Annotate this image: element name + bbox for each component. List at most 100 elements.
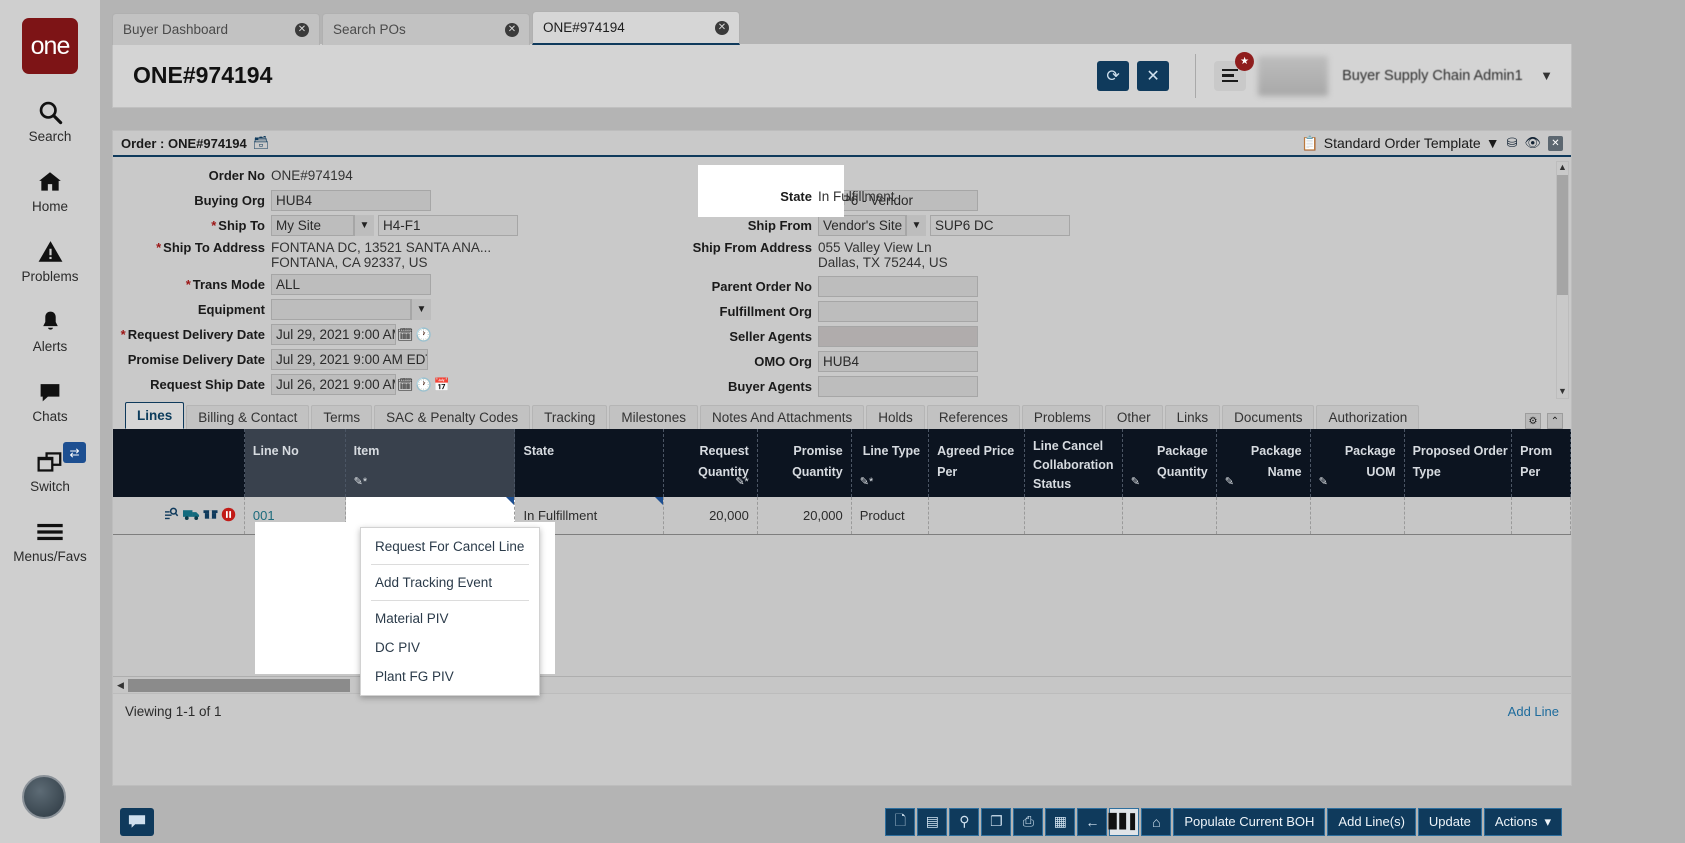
one-logo[interactable]: one [22,18,78,74]
request-ship-date-input[interactable]: Jul 26, 2021 9:00 AM ED [271,374,396,395]
sidebar-item-alerts[interactable]: Alerts [2,307,98,354]
sidebar-item-chats[interactable]: Chats [2,377,98,424]
tab-sac-penalty-codes[interactable]: SAC & Penalty Codes [374,405,530,429]
chat-icon[interactable] [120,808,154,836]
grid-col-request-quantity[interactable]: RequestQuantity✎* [664,429,758,497]
grid-col-package-name[interactable]: PackageName✎ [1217,429,1311,497]
tab-links[interactable]: Links [1165,405,1221,429]
cell-prom-per[interactable] [1512,497,1571,534]
menu-item-material-piv[interactable]: Material PIV [361,604,539,633]
ship-from-site-input[interactable]: SUP6 DC [930,215,1070,236]
menu-item-plant-fg-piv[interactable]: Plant FG PIV [361,662,539,691]
seller-agents-input[interactable] [818,326,978,347]
switch-badge-icon[interactable]: ⇄ [63,442,86,463]
tab-references[interactable]: References [927,405,1020,429]
edit-icon[interactable]: ✎ [1319,472,1328,493]
tab-tracking[interactable]: Tracking [532,405,607,429]
edit-icon[interactable]: ✎ [1131,472,1140,493]
edit-icon[interactable]: ✎* [735,472,749,493]
hold-icon[interactable] [221,507,236,525]
chart-icon[interactable]: ▊▋▌ [1109,808,1139,836]
print-icon[interactable]: ⎙ [1013,808,1043,836]
trans-mode-input[interactable]: ALL [271,274,431,295]
refresh-icon[interactable]: ⟳ [1097,61,1129,91]
update-button[interactable]: Update [1418,808,1482,836]
tab-milestones[interactable]: Milestones [609,405,698,429]
archive-icon[interactable]: 🗃 [253,135,270,151]
edit-icon[interactable]: ✎ [1225,472,1234,493]
collapse-icon[interactable]: ⌃ [1547,413,1563,429]
cell-package-uom[interactable] [1311,497,1405,534]
tab-search-pos[interactable]: Search POs ✕ [322,13,530,45]
grid-col-line-cancel-collaboration-status[interactable]: Line CancelCollaborationStatus [1025,429,1123,497]
shipment-icon[interactable] [165,507,180,524]
fulfillment-org-input[interactable] [818,301,978,322]
back-arrow-icon[interactable]: ← [1077,808,1107,836]
grid-col-proposed-order-type[interactable]: Proposed OrderType [1405,429,1513,497]
edit-icon[interactable]: ✎* [860,472,874,493]
menu-item-dc-piv[interactable]: DC PIV [361,633,539,662]
tab-lines[interactable]: Lines [125,402,184,429]
grid-col-agreed-price-per[interactable]: Agreed PricePer [929,429,1025,497]
buying-org-input[interactable]: HUB4 [271,190,431,211]
tab-holds[interactable]: Holds [866,405,925,429]
cell-package-quantity[interactable] [1123,497,1217,534]
add-line-link[interactable]: Add Line [1508,704,1559,719]
truck-icon[interactable] [183,507,200,524]
gear-icon[interactable]: ⚙ [1525,413,1541,429]
sidebar-item-problems[interactable]: Problems [2,237,98,284]
edit-icon[interactable]: ✎* [354,472,368,493]
hierarchy-icon[interactable]: ⛁ [1507,135,1518,151]
parent-order-no-input[interactable] [818,276,978,297]
close-icon[interactable]: ✕ [1548,136,1563,151]
scroll-down-icon[interactable]: ▼ [1558,386,1567,398]
calendar-add-icon[interactable]: 📅 [434,377,450,393]
calendar-icon[interactable]: 🗓 [397,327,414,343]
grid-col-state[interactable]: State [515,429,663,497]
tab-authorization[interactable]: Authorization [1316,405,1419,429]
tab-terms[interactable]: Terms [311,405,372,429]
grid-col-line-no[interactable]: Line No [245,429,346,497]
clock-icon[interactable]: 🕐 [416,327,432,343]
grid-col-item[interactable]: Item✎* [346,429,516,497]
tab-buyer-dashboard[interactable]: Buyer Dashboard ✕ [112,13,320,45]
package-icon[interactable] [203,507,218,524]
cell-request-quantity[interactable]: 20,000 [664,497,758,534]
hamburger-menu-icon[interactable]: ★ [1214,61,1246,91]
grid-horizontal-scrollbar[interactable]: ◀ [113,676,1571,693]
tab-order-one-974194[interactable]: ONE#974194 ✕ [532,11,740,45]
copy-page-icon[interactable]: 🗋 [885,808,915,836]
grid-col-line-type[interactable]: Line Type✎* [852,429,929,497]
close-icon[interactable]: ✕ [505,23,519,37]
cell-agreed-price-per[interactable] [929,497,1025,534]
chevron-down-icon[interactable]: ▼ [1540,68,1553,83]
close-icon[interactable]: ✕ [295,23,309,37]
ship-to-select[interactable]: My Site ▼ [271,215,374,236]
tab-documents[interactable]: Documents [1222,405,1314,429]
form-scrollbar[interactable]: ▲ ▼ [1556,161,1569,399]
documents-icon[interactable]: ❐ [981,808,1011,836]
equipment-select[interactable]: ▼ [271,299,431,320]
sidebar-item-switch[interactable]: ⇄ Switch [2,447,98,494]
cell-promise-quantity[interactable]: 20,000 [758,497,852,534]
sidebar-item-menus-favs[interactable]: Menus/Favs [2,517,98,564]
clock-icon[interactable]: 🕐 [416,377,432,393]
close-icon[interactable]: ✕ [715,21,729,35]
cell-menu-indicator-icon[interactable] [506,497,514,505]
scroll-thumb[interactable] [128,679,350,692]
buyer-agents-input[interactable] [818,376,978,397]
cell-proposed-order-type[interactable] [1405,497,1513,534]
actions-button[interactable]: Actions ▾ [1484,808,1562,836]
card-icon[interactable]: ▤ [917,808,947,836]
populate-current-boh-button[interactable]: Populate Current BOH [1173,808,1325,836]
calendar-icon[interactable]: 🗓 [397,377,414,393]
tab-problems[interactable]: Problems [1022,405,1103,429]
promise-delivery-date-input[interactable]: Jul 29, 2021 9:00 AM EDT [271,349,428,370]
request-delivery-date-input[interactable]: Jul 29, 2021 9:00 AM ED [271,324,396,345]
order-template-selector[interactable]: 📋 Standard Order Template ▼ [1301,135,1499,152]
warehouse-icon[interactable]: ⌂ [1141,808,1171,836]
grid-col-promise-quantity[interactable]: PromiseQuantity [758,429,852,497]
cell-package-name[interactable] [1217,497,1311,534]
scroll-left-icon[interactable]: ◀ [113,680,128,691]
grid-col-prom-per[interactable]: PromPer [1512,429,1571,497]
